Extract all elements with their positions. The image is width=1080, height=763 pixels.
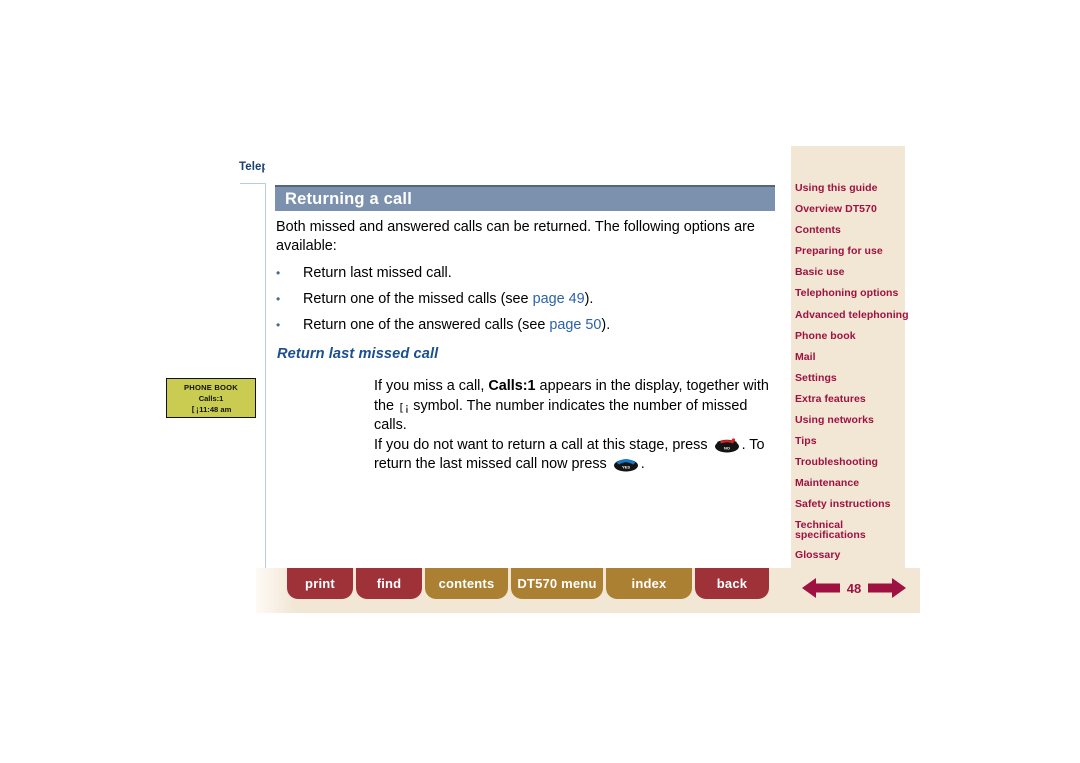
bullet-icon: • [276,266,281,280]
bullet-icon: • [276,292,281,306]
sidebar-item-mail[interactable]: Mail [795,351,905,363]
list-item: • Return last missed call. [276,264,768,283]
sidebar-item-maintenance[interactable]: Maintenance [795,477,905,489]
body-p1-bold: Calls:1 [488,378,536,394]
sidebar-item-phone-book[interactable]: Phone book [795,330,905,342]
next-page-arrow-icon[interactable] [867,575,907,601]
list-item: • Return one of the answered calls (see p… [276,316,768,335]
sidebar-item-glossary[interactable]: Glossary [795,549,905,561]
list-item: • Return one of the missed calls (see pag… [276,290,768,309]
page-link[interactable]: page 49 [533,291,585,307]
pager: 48 [791,572,917,604]
yes-key-icon: YES [612,456,640,472]
lcd-line-3: [¡11:48 am [167,404,255,415]
options-list: • Return last missed call. • Return one of… [276,264,768,342]
sidebar-item-troubleshooting[interactable]: Troubleshooting [795,456,905,468]
section-title-bar: Returning a call [275,185,775,211]
body-paragraph-1: If you miss a call, Calls:1 appears in t… [374,377,770,436]
subsection-heading: Return last missed call [277,346,439,362]
list-item-text-tail: ). [601,317,611,333]
svg-text:NO: NO [724,445,730,450]
manual-page: Telephoning options Returning a call Bot… [0,0,1080,763]
sidebar-item-tips[interactable]: Tips [795,435,905,447]
lcd-line-2: Calls:1 [198,394,224,403]
previous-page-arrow-icon[interactable] [801,575,841,601]
svg-text:YES: YES [622,465,630,470]
sidebar-item-advanced-telephoning[interactable]: Advanced telephoning [795,309,909,321]
sidebar-item-using-networks[interactable]: Using networks [795,414,905,426]
sidebar-item-extra-features[interactable]: Extra features [795,393,905,405]
list-item-text: Return one of the missed calls (see [303,291,533,307]
sidebar-item-overview-dt570[interactable]: Overview DT570 [795,203,905,215]
index-button[interactable]: index [606,568,692,599]
body-paragraph-2: If you do not want to return a call at t… [374,436,770,475]
toolbar: print find contents DT570 menu index bac… [287,568,769,599]
find-button[interactable]: find [356,568,422,599]
sidebar-list: Using this guide Overview DT570 Contents… [795,182,909,570]
bullet-icon: • [276,318,281,332]
sidebar-item-settings[interactable]: Settings [795,372,905,384]
body-p2-c: . [640,456,645,472]
lcd-time: 11:48 am [199,405,232,414]
content-rule-tick [240,183,266,184]
content-left-rule [265,183,266,568]
dt570-menu-button[interactable]: DT570 menu [511,568,603,599]
sidebar-item-preparing-for-use[interactable]: Preparing for use [795,245,905,257]
lcd-line-1: PHONE BOOK [184,383,238,392]
sidebar-item-technical-specifications[interactable]: Technical specifications [795,519,905,541]
page-link[interactable]: page 50 [549,317,601,333]
page-number: 48 [846,580,862,596]
body-p1-a: If you miss a call, [374,378,489,394]
sidebar-item-contents[interactable]: Contents [795,224,905,236]
phone-display-figure: PHONE BOOK Calls:1 [¡11:48 am [166,378,256,418]
no-key-icon: NO [713,437,741,453]
page-title: Returning a call [285,189,412,208]
missed-call-icon: [¡ [398,400,410,414]
sidebar-item-basic-use[interactable]: Basic use [795,266,905,278]
contents-button[interactable]: contents [425,568,508,599]
intro-paragraph: Both missed and answered calls can be re… [276,219,755,254]
list-item-text-tail: ). [584,291,594,307]
body-p2-a: If you do not want to return a call at t… [374,436,712,453]
list-item-text: Return last missed call. [303,265,452,281]
missed-call-icon: [¡ [190,405,200,414]
sidebar-item-safety-instructions[interactable]: Safety instructions [795,498,905,510]
sidebar: Using this guide Overview DT570 Contents… [791,146,909,613]
body-p1-c: symbol. The number indicates the number … [374,397,748,434]
body-text: If you miss a call, Calls:1 appears in t… [374,377,770,475]
print-button[interactable]: print [287,568,353,599]
back-button[interactable]: back [695,568,769,599]
sidebar-item-telephoning-options[interactable]: Telephoning options [795,287,905,299]
sidebar-item-using-this-guide[interactable]: Using this guide [795,182,905,194]
list-item-text: Return one of the answered calls (see [303,317,550,333]
